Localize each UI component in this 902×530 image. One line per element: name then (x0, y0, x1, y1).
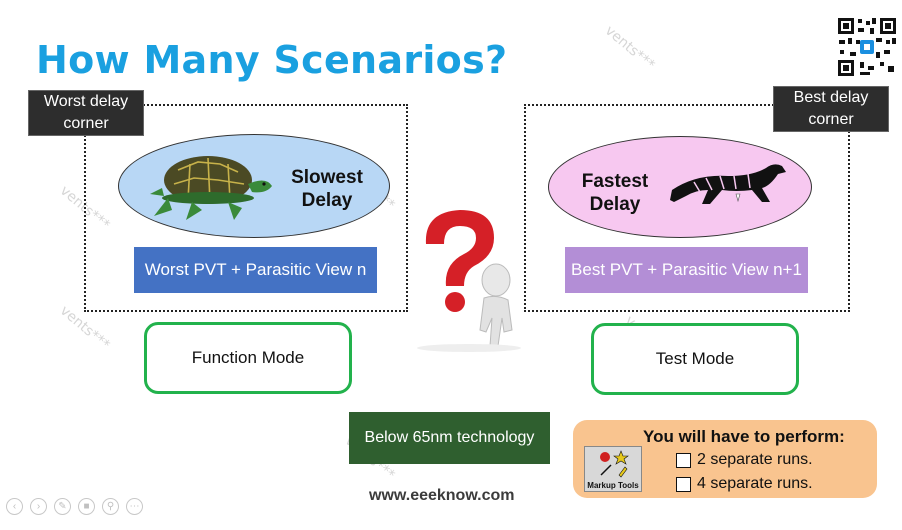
qr-code-icon (836, 16, 898, 78)
slide-title: How Many Scenarios? (36, 38, 508, 82)
more-icon[interactable]: ⋯ (126, 498, 143, 515)
prev-icon[interactable]: ‹ (6, 498, 23, 515)
worst-delay-corner-tag: Worst delay corner (28, 90, 144, 136)
delay-label: Delay (301, 190, 353, 211)
pen-icon[interactable]: ✎ (54, 498, 71, 515)
technology-box: Below 65nm technology (349, 412, 550, 464)
delay-label: Delay (589, 194, 641, 215)
tiger-icon (670, 164, 786, 204)
fastest-label: Fastest (581, 171, 649, 192)
perform-title: You will have to perform: (643, 427, 845, 446)
zoom-icon[interactable]: ⚲ (102, 498, 119, 515)
checkbox[interactable] (676, 476, 691, 492)
markup-tools-icon (600, 450, 629, 478)
worst-pvt-view-bar: Worst PVT + Parasitic View n (134, 247, 377, 293)
markup-tools-label: Markup Tools (587, 481, 639, 490)
option-label: 2 separate runs. (697, 451, 813, 468)
fastest-delay-label: Fastest Delay (572, 170, 658, 216)
markup-tools-button[interactable]: Markup Tools (584, 446, 642, 492)
footer-url: www.eeeknow.com (369, 487, 515, 504)
turtle-icon (150, 156, 272, 220)
question-figure-icon (417, 210, 521, 352)
checkbox[interactable] (676, 452, 691, 468)
slowest-delay-label: Slowest Delay (282, 166, 372, 212)
next-icon[interactable]: › (30, 498, 47, 515)
option-label: 4 separate runs. (697, 475, 813, 492)
slideshow-controls: ‹ › ✎ ■ ⚲ ⋯ (6, 498, 143, 515)
best-pvt-view-bar: Best PVT + Parasitic View n+1 (565, 247, 808, 293)
best-delay-corner-tag: Best delay corner (773, 86, 889, 132)
function-mode-box: Function Mode (144, 322, 352, 394)
option-2-runs[interactable]: 2 separate runs. (676, 451, 813, 469)
slides-icon[interactable]: ■ (78, 498, 95, 515)
option-4-runs[interactable]: 4 separate runs. (676, 475, 813, 493)
slowest-label: Slowest (291, 167, 363, 188)
test-mode-box: Test Mode (591, 323, 799, 395)
watermark: vents*** (601, 22, 658, 74)
